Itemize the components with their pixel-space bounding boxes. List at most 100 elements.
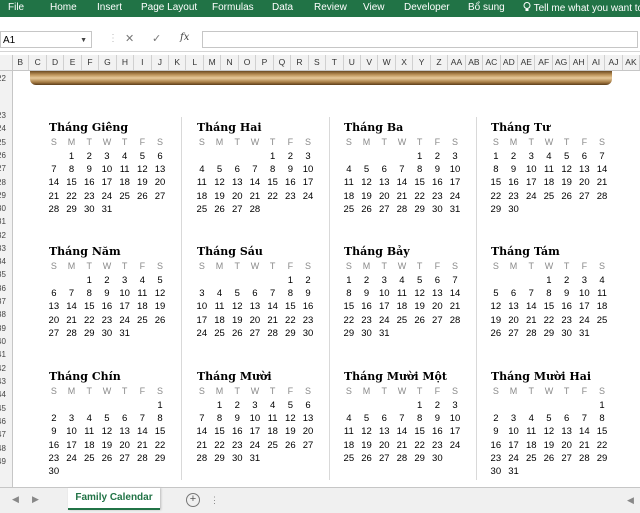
day-cell[interactable]: 13 [45, 301, 63, 312]
day-cell[interactable]: 1 [80, 275, 98, 286]
day-cell[interactable]: 31 [98, 204, 116, 215]
day-cell[interactable]: 1 [211, 400, 229, 411]
day-cell[interactable]: 26 [487, 328, 505, 339]
day-cell[interactable]: 1 [282, 275, 300, 286]
row-header-40[interactable]: 40 [0, 337, 11, 346]
day-cell[interactable]: 22 [63, 191, 81, 202]
day-cell[interactable]: 24 [116, 315, 134, 326]
day-cell[interactable]: 18 [540, 177, 558, 188]
day-cell[interactable]: 19 [558, 177, 576, 188]
day-cell[interactable]: 25 [116, 191, 134, 202]
day-cell[interactable]: 10 [446, 413, 464, 424]
day-cell[interactable]: 15 [411, 177, 429, 188]
day-cell[interactable]: 29 [282, 328, 300, 339]
day-cell[interactable]: 16 [429, 426, 447, 437]
day-cell[interactable]: 15 [593, 426, 611, 437]
column-header-t[interactable]: T [326, 55, 344, 70]
day-cell[interactable]: 27 [429, 315, 447, 326]
day-cell[interactable]: 16 [80, 177, 98, 188]
day-cell[interactable]: 3 [375, 275, 393, 286]
day-cell[interactable]: 6 [116, 413, 134, 424]
day-cell[interactable]: 15 [211, 426, 229, 437]
column-header-ah[interactable]: AH [570, 55, 588, 70]
day-cell[interactable]: 10 [63, 426, 81, 437]
day-cell[interactable]: 10 [576, 288, 594, 299]
day-cell[interactable]: 15 [264, 177, 282, 188]
day-cell[interactable]: 7 [446, 275, 464, 286]
chevron-down-icon[interactable]: ▼ [80, 32, 87, 49]
month-title[interactable]: Tháng Ba [344, 121, 403, 134]
day-cell[interactable]: 28 [134, 453, 152, 464]
day-cell[interactable]: 30 [429, 453, 447, 464]
day-cell[interactable]: 30 [98, 328, 116, 339]
day-cell[interactable]: 2 [358, 275, 376, 286]
day-cell[interactable]: 21 [446, 301, 464, 312]
month-title[interactable]: Tháng Mười Một [344, 370, 447, 383]
month-title[interactable]: Tháng Giêng [49, 121, 128, 134]
day-cell[interactable]: 18 [393, 301, 411, 312]
column-header-aj[interactable]: AJ [605, 55, 623, 70]
day-cell[interactable]: 2 [429, 151, 447, 162]
column-header-ad[interactable]: AD [501, 55, 519, 70]
day-cell[interactable]: 2 [558, 275, 576, 286]
scroll-right-icon[interactable]: ▶ [32, 494, 39, 505]
month-title[interactable]: Tháng Mười [197, 370, 272, 383]
day-cell[interactable]: 28 [522, 328, 540, 339]
day-cell[interactable]: 4 [593, 275, 611, 286]
day-cell[interactable]: 10 [193, 301, 211, 312]
row-header-42[interactable]: 42 [0, 364, 11, 373]
day-cell[interactable]: 6 [299, 400, 317, 411]
day-cell[interactable]: 16 [487, 440, 505, 451]
day-cell[interactable]: 31 [446, 204, 464, 215]
day-cell[interactable]: 1 [411, 400, 429, 411]
day-cell[interactable]: 30 [505, 204, 523, 215]
day-cell[interactable]: 22 [411, 440, 429, 451]
day-cell[interactable]: 20 [375, 440, 393, 451]
day-cell[interactable]: 6 [505, 288, 523, 299]
day-cell[interactable]: 5 [358, 413, 376, 424]
day-cell[interactable]: 11 [116, 164, 134, 175]
day-cell[interactable]: 9 [299, 288, 317, 299]
day-cell[interactable]: 15 [487, 177, 505, 188]
row-header-23[interactable]: 23 [0, 111, 11, 120]
row-header-22[interactable]: 22 [0, 74, 11, 83]
day-cell[interactable]: 31 [375, 328, 393, 339]
day-cell[interactable]: 10 [299, 164, 317, 175]
day-cell[interactable]: 11 [393, 288, 411, 299]
day-cell[interactable]: 1 [340, 275, 358, 286]
day-cell[interactable]: 28 [393, 453, 411, 464]
day-cell[interactable]: 7 [393, 413, 411, 424]
day-cell[interactable]: 28 [63, 328, 81, 339]
day-cell[interactable]: 28 [593, 191, 611, 202]
day-cell[interactable]: 3 [522, 151, 540, 162]
day-cell[interactable]: 12 [358, 426, 376, 437]
day-cell[interactable]: 17 [446, 177, 464, 188]
day-cell[interactable]: 8 [80, 288, 98, 299]
row-header-39[interactable]: 39 [0, 324, 11, 333]
tell-me-search[interactable]: Tell me what you want to [523, 2, 640, 14]
column-header-o[interactable]: O [239, 55, 257, 70]
day-cell[interactable]: 11 [193, 177, 211, 188]
day-cell[interactable]: 24 [246, 440, 264, 451]
day-cell[interactable]: 13 [375, 426, 393, 437]
day-cell[interactable]: 25 [211, 328, 229, 339]
day-cell[interactable]: 29 [151, 453, 169, 464]
day-cell[interactable]: 22 [211, 440, 229, 451]
day-cell[interactable]: 25 [593, 315, 611, 326]
sheet-options-icon[interactable]: ⋮ [210, 495, 219, 506]
day-cell[interactable]: 20 [299, 426, 317, 437]
row-header-46[interactable]: 46 [0, 417, 11, 426]
day-cell[interactable]: 17 [246, 426, 264, 437]
day-cell[interactable]: 6 [375, 164, 393, 175]
column-header-m[interactable]: M [204, 55, 222, 70]
day-cell[interactable]: 17 [98, 177, 116, 188]
day-cell[interactable]: 24 [299, 191, 317, 202]
month-title[interactable]: Tháng Mười Hai [491, 370, 591, 383]
day-cell[interactable]: 27 [299, 440, 317, 451]
tab-insert[interactable]: Insert [97, 2, 122, 13]
day-cell[interactable]: 24 [522, 191, 540, 202]
day-cell[interactable]: 12 [228, 301, 246, 312]
day-cell[interactable]: 5 [487, 288, 505, 299]
row-header-41[interactable]: 41 [0, 350, 11, 359]
day-cell[interactable]: 4 [211, 288, 229, 299]
